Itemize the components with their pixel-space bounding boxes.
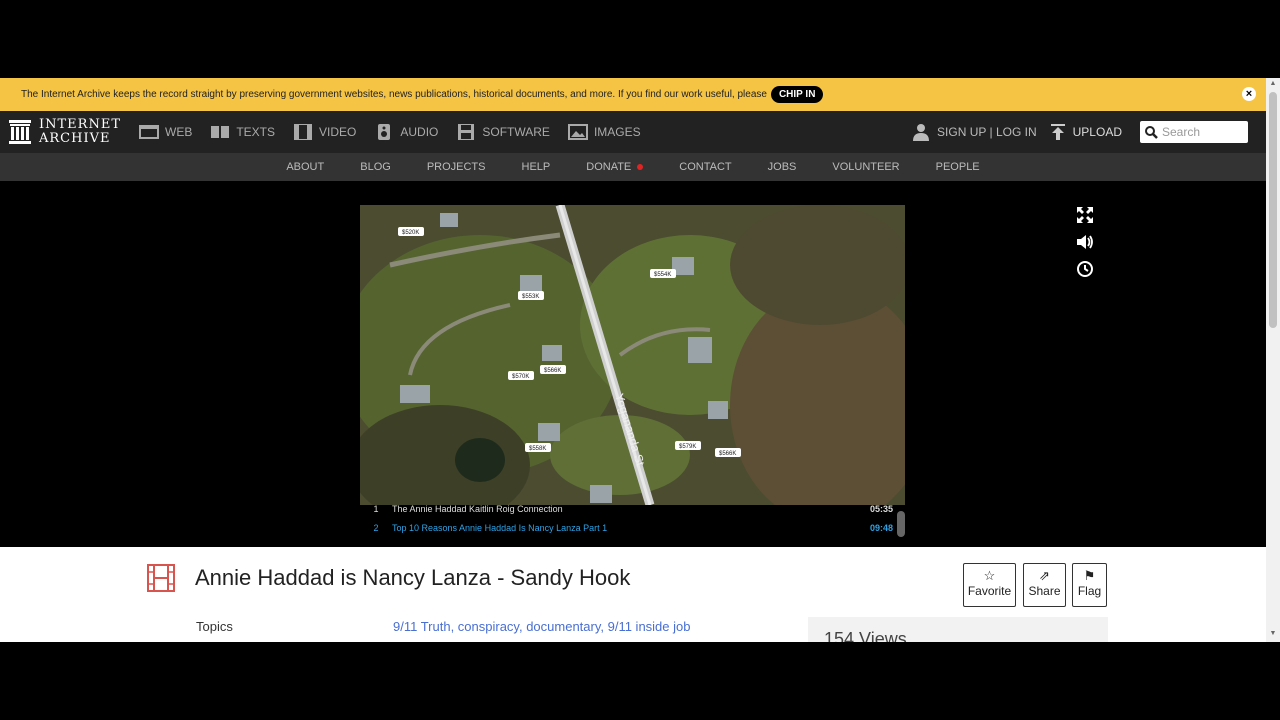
- nav-images[interactable]: IMAGES: [567, 124, 641, 140]
- subnav-projects[interactable]: PROJECTS: [427, 161, 486, 173]
- logo-line1: INTERNET: [39, 117, 121, 132]
- svg-text:$558K: $558K: [529, 446, 546, 452]
- top-navigation: INTERNET ARCHIVE WEB TEXTS VIDEO AUDIO S…: [0, 111, 1266, 153]
- search-icon: [1145, 125, 1158, 139]
- upload-link[interactable]: UPLOAD: [1050, 124, 1122, 140]
- search-input[interactable]: [1162, 125, 1242, 139]
- playlist: 1 The Annie Haddad Kaitlin Roig Connecti…: [360, 503, 905, 543]
- search-box: [1140, 121, 1248, 143]
- scroll-down-icon[interactable]: ▼: [1269, 630, 1277, 640]
- aerial-map-image: Yogananda St $520K $554K $553K $570K $56…: [360, 205, 905, 505]
- flag-icon: ⚑: [1083, 568, 1096, 583]
- star-icon: ☆: [983, 568, 996, 583]
- item-details: Annie Haddad is Nancy Lanza - Sandy Hook…: [0, 547, 1266, 642]
- clock-icon[interactable]: [1075, 259, 1095, 279]
- user-icon: [913, 124, 930, 141]
- volume-icon[interactable]: [1075, 232, 1095, 252]
- svg-text:$579K: $579K: [679, 444, 696, 450]
- topics-label: Topics: [196, 619, 233, 634]
- nav-web[interactable]: WEB: [139, 124, 192, 140]
- internet-archive-logo[interactable]: INTERNET ARCHIVE: [9, 118, 121, 146]
- topics-links[interactable]: 9/11 Truth, conspiracy, documentary, 9/1…: [393, 619, 690, 634]
- subnav-about[interactable]: ABOUT: [286, 161, 324, 173]
- logo-line2: ARCHIVE: [39, 131, 111, 146]
- donation-banner: The Internet Archive keeps the record st…: [0, 78, 1266, 111]
- svg-text:$566K: $566K: [544, 368, 561, 374]
- image-icon: [567, 124, 588, 140]
- subnav-volunteer[interactable]: VOLUNTEER: [832, 161, 899, 173]
- svg-text:$554K: $554K: [654, 272, 671, 278]
- secondary-navigation: ABOUT BLOG PROJECTS HELP DONATE CONTACT …: [0, 153, 1266, 181]
- svg-text:$566K: $566K: [719, 451, 736, 457]
- share-icon: ⇗: [1039, 568, 1050, 583]
- film-icon: [294, 124, 313, 140]
- web-icon: [139, 125, 159, 139]
- subnav-donate[interactable]: DONATE: [586, 161, 644, 173]
- chip-in-button[interactable]: CHIP IN: [770, 86, 824, 103]
- flag-button[interactable]: ⚑ Flag: [1072, 563, 1107, 607]
- movie-film-icon: [147, 564, 175, 592]
- nav-software[interactable]: SOFTWARE: [456, 124, 550, 140]
- book-icon: [211, 126, 230, 138]
- page-scrollbar[interactable]: ▲ ▼: [1266, 78, 1280, 642]
- playlist-item-active[interactable]: 2 Top 10 Reasons Annie Haddad Is Nancy L…: [360, 520, 905, 536]
- subnav-help[interactable]: HELP: [522, 161, 551, 173]
- nav-audio[interactable]: AUDIO: [374, 124, 438, 140]
- banner-message: The Internet Archive keeps the record st…: [21, 89, 767, 100]
- media-player: Yogananda St $520K $554K $553K $570K $56…: [0, 181, 1266, 547]
- nav-video[interactable]: VIDEO: [293, 124, 356, 140]
- item-title: Annie Haddad is Nancy Lanza - Sandy Hook: [195, 565, 631, 590]
- nav-texts[interactable]: TEXTS: [210, 124, 275, 140]
- speaker-icon: [378, 124, 391, 140]
- svg-text:$570K: $570K: [512, 374, 529, 380]
- floppy-icon: [458, 124, 475, 140]
- subnav-contact[interactable]: CONTACT: [679, 161, 731, 173]
- video-frame[interactable]: Yogananda St $520K $554K $553K $570K $56…: [360, 205, 905, 505]
- playlist-item[interactable]: 1 The Annie Haddad Kaitlin Roig Connecti…: [360, 501, 905, 517]
- close-banner-button[interactable]: ×: [1242, 87, 1256, 101]
- playlist-scrollbar[interactable]: [897, 511, 905, 537]
- donate-heart-icon: [637, 164, 644, 171]
- svg-text:$520K: $520K: [402, 230, 419, 236]
- sign-up-login-link[interactable]: SIGN UP | LOG IN: [913, 123, 1037, 141]
- svg-text:$553K: $553K: [522, 294, 539, 300]
- favorite-button[interactable]: ☆ Favorite: [963, 563, 1016, 607]
- scroll-thumb[interactable]: [1269, 92, 1277, 328]
- upload-icon: [1050, 124, 1065, 140]
- subnav-people[interactable]: PEOPLE: [936, 161, 980, 173]
- views-count: 154 Views: [808, 617, 1108, 642]
- scroll-up-icon[interactable]: ▲: [1269, 80, 1277, 90]
- browser-page: The Internet Archive keeps the record st…: [0, 78, 1280, 642]
- archive-building-icon: [9, 120, 31, 144]
- subnav-jobs[interactable]: JOBS: [768, 161, 797, 173]
- subnav-blog[interactable]: BLOG: [360, 161, 391, 173]
- share-button[interactable]: ⇗ Share: [1023, 563, 1066, 607]
- fullscreen-icon[interactable]: [1075, 205, 1095, 225]
